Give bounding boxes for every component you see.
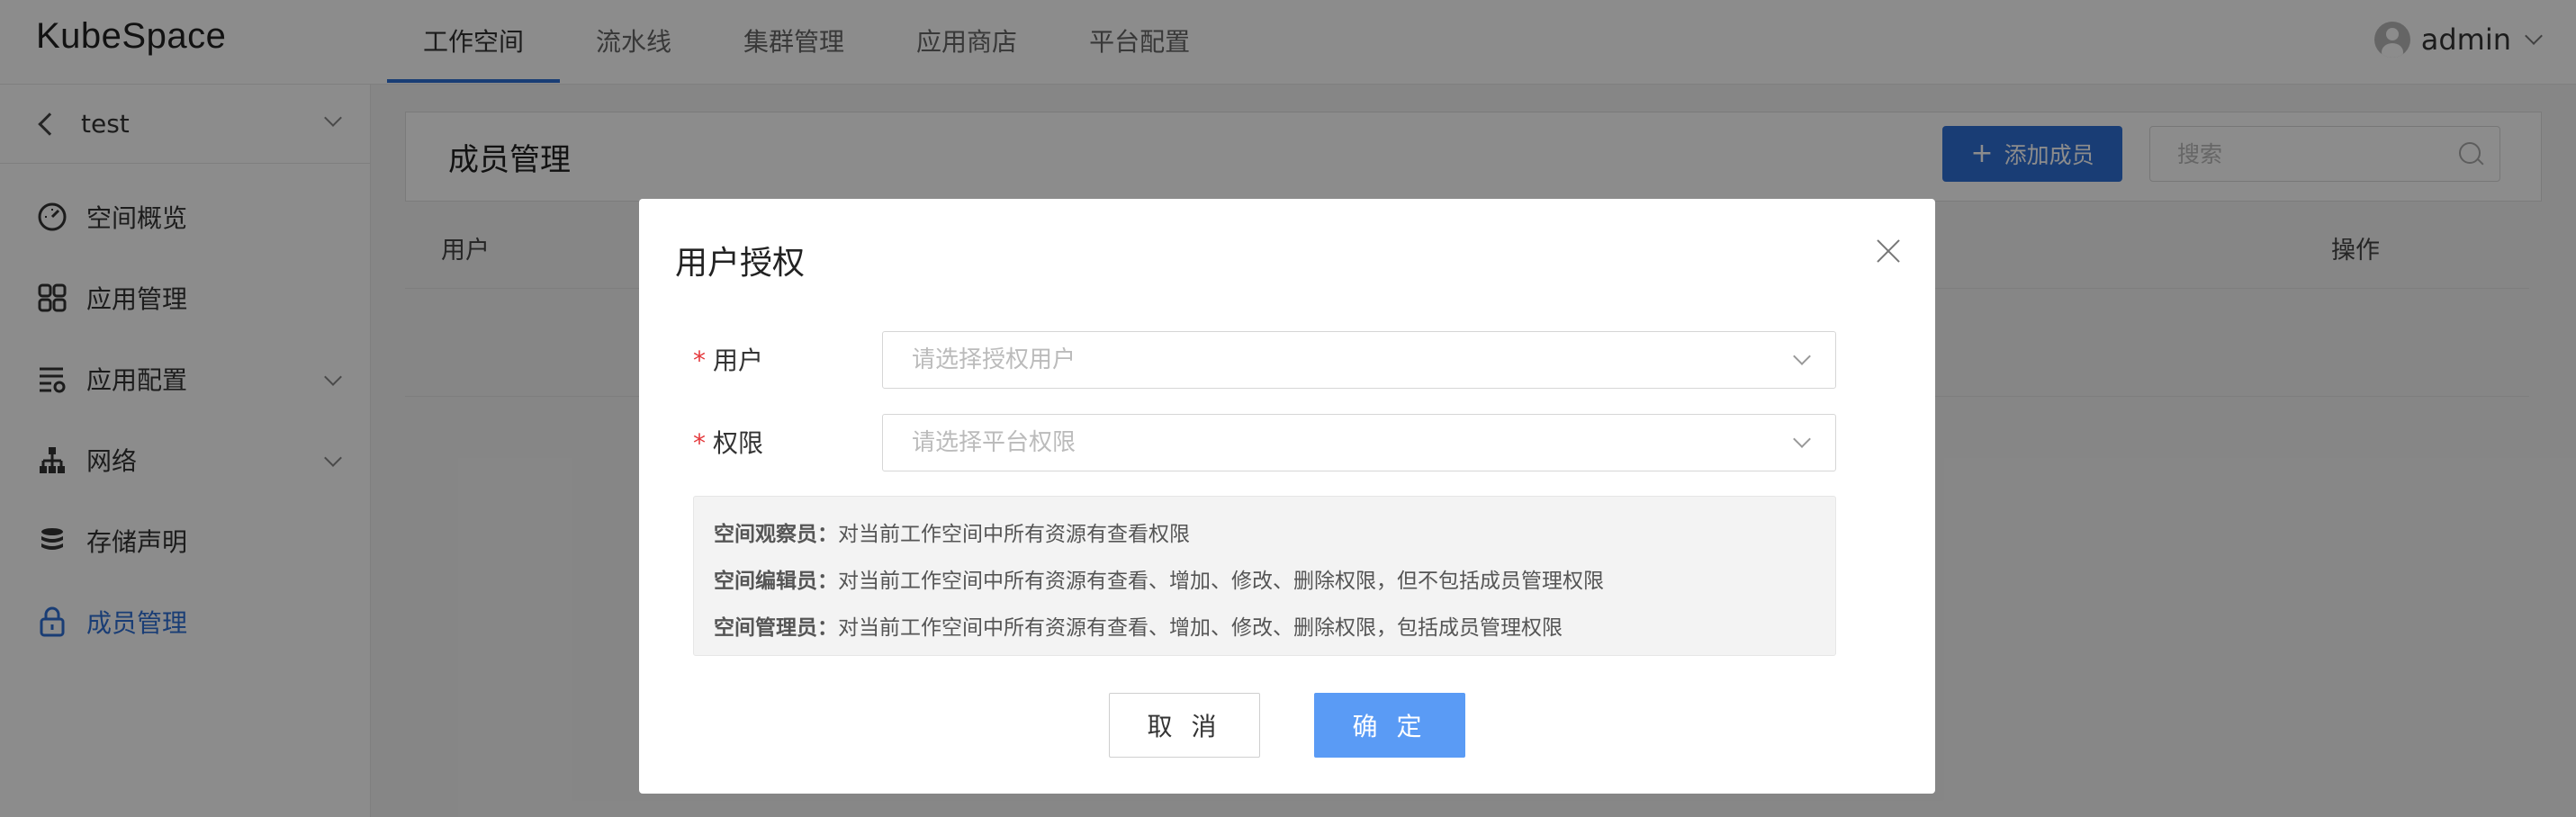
role-desc: 对当前工作空间中所有资源有查看、增加、修改、删除权限，但不包括成员管理权限	[838, 570, 1604, 593]
role-description-line: 空间编辑员：对当前工作空间中所有资源有查看、增加、修改、删除权限，但不包括成员管…	[714, 558, 1815, 605]
role-name: 空间观察员：	[714, 523, 838, 546]
permission-select[interactable]: 请选择平台权限	[882, 414, 1836, 471]
user-field-label: * 用户	[693, 341, 763, 377]
user-select[interactable]: 请选择授权用户	[882, 331, 1836, 389]
required-mark: *	[693, 428, 706, 458]
role-description-box: 空间观察员：对当前工作空间中所有资源有查看权限 空间编辑员：对当前工作空间中所有…	[693, 496, 1836, 656]
permission-field-label: * 权限	[693, 424, 763, 460]
permission-label-text: 权限	[713, 428, 764, 458]
cancel-button[interactable]: 取 消	[1109, 693, 1260, 758]
required-mark: *	[693, 346, 706, 375]
confirm-button[interactable]: 确 定	[1314, 693, 1465, 758]
dialog-title: 用户授权	[675, 245, 806, 282]
role-desc: 对当前工作空间中所有资源有查看、增加、修改、删除权限，包括成员管理权限	[838, 616, 1563, 640]
user-label-text: 用户	[713, 346, 764, 375]
role-description-line: 空间管理员：对当前工作空间中所有资源有查看、增加、修改、删除权限，包括成员管理权…	[714, 605, 1815, 651]
user-select-placeholder: 请选择授权用户	[912, 346, 1076, 373]
user-authorization-dialog: 用户授权 * 用户 请选择授权用户 * 权限 请选择平台权限 空间观察员：对当前工作…	[639, 199, 1935, 794]
role-name: 空间管理员：	[714, 616, 838, 640]
close-icon[interactable]	[1876, 238, 1901, 264]
role-desc: 对当前工作空间中所有资源有查看权限	[838, 523, 1190, 546]
role-description-line: 空间观察员：对当前工作空间中所有资源有查看权限	[714, 511, 1815, 558]
permission-select-placeholder: 请选择平台权限	[912, 429, 1076, 456]
chevron-down-icon	[1793, 430, 1811, 448]
chevron-down-icon	[1793, 347, 1811, 365]
role-name: 空间编辑员：	[714, 570, 838, 593]
